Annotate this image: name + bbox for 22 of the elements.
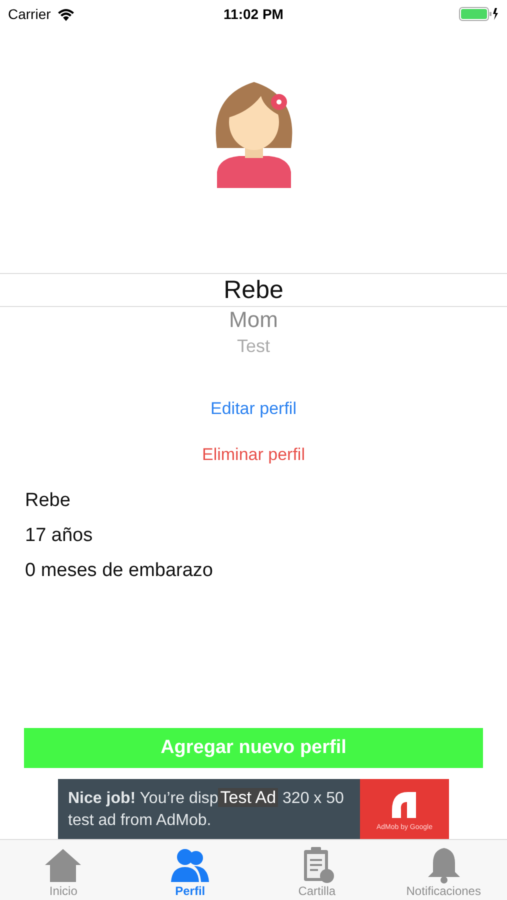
home-icon [43, 846, 84, 884]
ad-text: Nice job! You’re disp [68, 790, 218, 807]
profile-info-text: 17 años [24, 524, 94, 548]
profile-info-text: 0 meses de embarazo [24, 559, 214, 583]
ad-text: 320 x 50 [282, 790, 344, 807]
tab-bar-item[interactable]: Cartilla [254, 840, 380, 900]
picker-option[interactable]: Rebe [0, 273, 507, 307]
tab-bar-item[interactable]: Inicio [0, 840, 127, 900]
picker-option[interactable]: Mom [0, 307, 507, 333]
tab-bar-item[interactable]: Notificaciones [380, 840, 507, 900]
profile-info-text: Rebe [24, 489, 72, 513]
tab-bar-item[interactable]: Perfil [126, 840, 254, 900]
picker-option[interactable]: Test [0, 333, 507, 359]
delete-profile-link[interactable]: Eliminar perfil [202, 445, 305, 465]
edit-profile-link[interactable]: Editar perfil [210, 399, 296, 419]
carrier-label: Carrier [8, 6, 51, 22]
ad-text: test ad from AdMob. [68, 812, 212, 829]
people-icon [170, 846, 210, 884]
battery-icon [459, 7, 499, 21]
clock-time: 11:02 PM [224, 6, 284, 22]
test-ad-label: Test Ad [218, 788, 278, 807]
wifi-icon [56, 8, 75, 20]
